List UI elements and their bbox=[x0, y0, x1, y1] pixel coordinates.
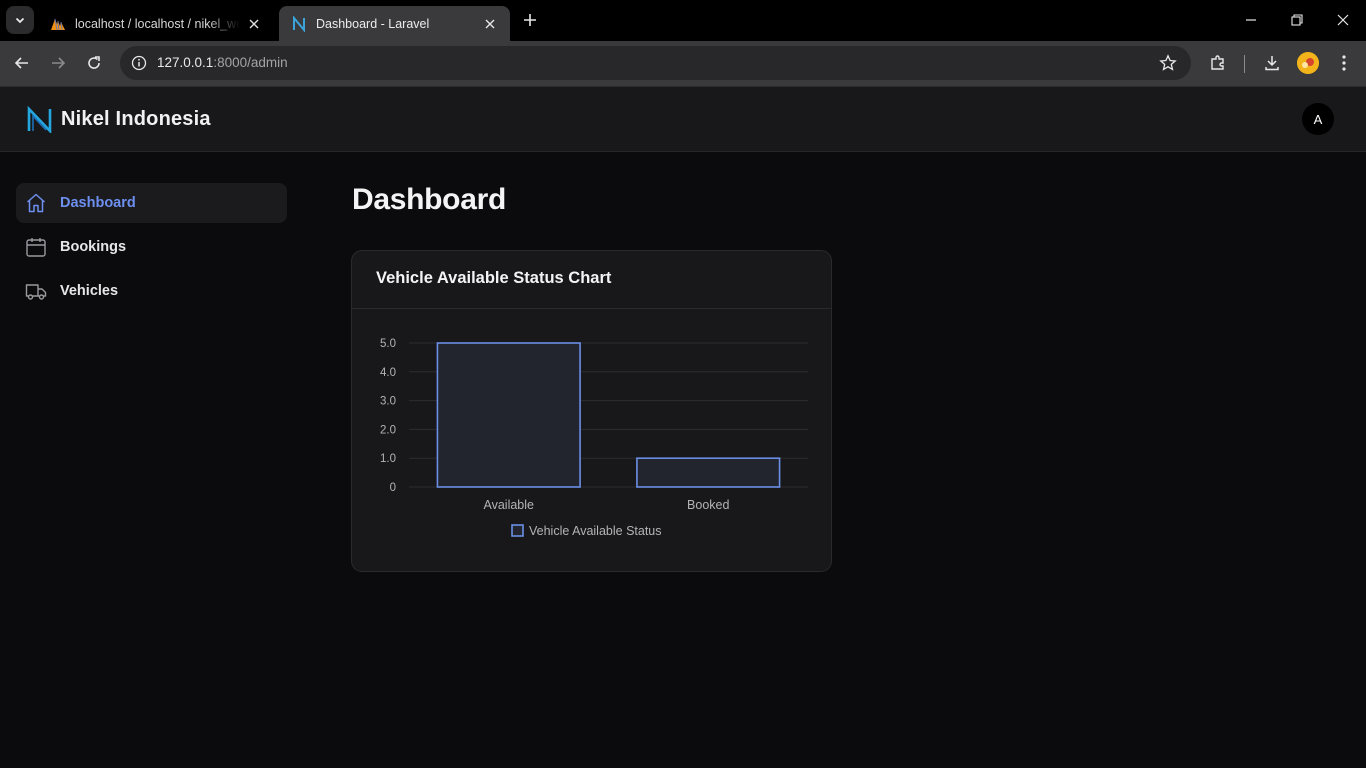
brand-name: Nikel Indonesia bbox=[61, 108, 211, 130]
toolbar-separator bbox=[1244, 55, 1245, 73]
bookmark-star-icon[interactable] bbox=[1159, 54, 1177, 72]
plus-icon bbox=[524, 14, 536, 26]
laravel-n-icon bbox=[293, 15, 305, 32]
x-tick-label: Available bbox=[483, 498, 534, 512]
y-tick-label: 5.0 bbox=[380, 338, 396, 350]
chart-container: 0 1.0 2.0 3.0 4.0 5.0 Available Booked Vehicle A… bbox=[352, 309, 831, 571]
close-tab-icon[interactable] bbox=[482, 16, 498, 32]
site-info-icon[interactable] bbox=[129, 53, 149, 73]
page-title: Dashboard bbox=[352, 183, 506, 216]
arrow-left-icon bbox=[14, 57, 28, 69]
url-text[interactable]: 127.0.0.1:8000/admin bbox=[157, 55, 288, 70]
sidebar-item-label: Vehicles bbox=[60, 283, 119, 299]
sidebar-item-label: Bookings bbox=[60, 239, 127, 255]
bar bbox=[636, 457, 781, 488]
address-bar[interactable]: 127.0.0.1:8000/admin bbox=[120, 46, 1191, 80]
download-icon bbox=[1265, 56, 1279, 71]
arrow-right-icon bbox=[52, 57, 66, 69]
restore-icon bbox=[1291, 14, 1303, 26]
legend-label: Vehicle Available Status bbox=[529, 524, 662, 538]
y-tick-label: 0 bbox=[390, 482, 396, 494]
close-icon bbox=[1337, 14, 1349, 26]
minimize-icon bbox=[1246, 19, 1256, 21]
browser-menu-button[interactable] bbox=[1333, 52, 1355, 74]
y-tick-label: 2.0 bbox=[380, 424, 396, 436]
back-button[interactable] bbox=[10, 51, 34, 75]
chart-card: Vehicle Available Status Chart 0 1.0 2.0 3.… bbox=[351, 250, 832, 572]
url-path: :8000/admin bbox=[213, 55, 288, 70]
extensions-button[interactable] bbox=[1207, 52, 1229, 74]
sidebar-item-vehicles[interactable]: Vehicles bbox=[16, 271, 287, 311]
close-tab-icon[interactable] bbox=[246, 16, 262, 32]
downloads-button[interactable] bbox=[1261, 52, 1283, 74]
bar-chart: 0 1.0 2.0 3.0 4.0 5.0 Available Booked Vehicle A… bbox=[380, 338, 808, 538]
profile-picture-icon bbox=[1297, 52, 1319, 74]
nikel-logo-icon bbox=[27, 106, 52, 133]
calendar-icon bbox=[26, 238, 46, 257]
browser-tab-phpmyadmin[interactable]: localhost / localhost / nikel_web bbox=[38, 6, 274, 41]
tab-search-button[interactable] bbox=[6, 6, 34, 34]
y-tick-label: 4.0 bbox=[380, 367, 396, 379]
restore-button[interactable] bbox=[1285, 8, 1309, 32]
legend-swatch bbox=[511, 524, 524, 537]
browser-tab-bar: localhost / localhost / nikel_web Dashbo… bbox=[0, 0, 1366, 41]
url-host: 127.0.0.1 bbox=[157, 55, 214, 70]
user-avatar[interactable]: A bbox=[1302, 103, 1334, 135]
browser-tab-dashboard[interactable]: Dashboard - Laravel bbox=[279, 6, 510, 41]
tab-title: localhost / localhost / nikel_web bbox=[75, 16, 240, 31]
browser-toolbar: 127.0.0.1:8000/admin bbox=[0, 41, 1366, 86]
truck-icon bbox=[25, 284, 47, 300]
brand-link[interactable]: Nikel Indonesia bbox=[26, 106, 211, 133]
forward-button[interactable] bbox=[46, 51, 70, 75]
y-tick-label: 3.0 bbox=[380, 396, 396, 408]
sidebar-item-label: Dashboard bbox=[60, 195, 136, 211]
sidebar: Dashboard Bookings Vehicles bbox=[16, 183, 287, 315]
sidebar-item-dashboard[interactable]: Dashboard bbox=[16, 183, 287, 223]
reload-icon bbox=[88, 56, 100, 69]
close-window-button[interactable] bbox=[1331, 8, 1355, 32]
x-tick-label: Booked bbox=[687, 498, 729, 512]
profile-avatar[interactable] bbox=[1297, 52, 1319, 74]
minimize-button[interactable] bbox=[1239, 8, 1263, 32]
app-header: Nikel Indonesia A bbox=[0, 86, 1366, 152]
reload-button[interactable] bbox=[82, 51, 106, 75]
kebab-menu-icon bbox=[1342, 55, 1346, 71]
new-tab-button[interactable] bbox=[519, 9, 541, 31]
bar bbox=[436, 342, 581, 488]
card-title: Vehicle Available Status Chart bbox=[352, 251, 831, 309]
tab-title: Dashboard - Laravel bbox=[316, 16, 430, 31]
puzzle-icon bbox=[1211, 55, 1224, 70]
chevron-down-icon bbox=[15, 17, 25, 24]
phpmyadmin-icon bbox=[51, 18, 65, 30]
home-icon bbox=[27, 193, 45, 213]
sidebar-item-bookings[interactable]: Bookings bbox=[16, 227, 287, 267]
y-tick-label: 1.0 bbox=[380, 453, 396, 465]
